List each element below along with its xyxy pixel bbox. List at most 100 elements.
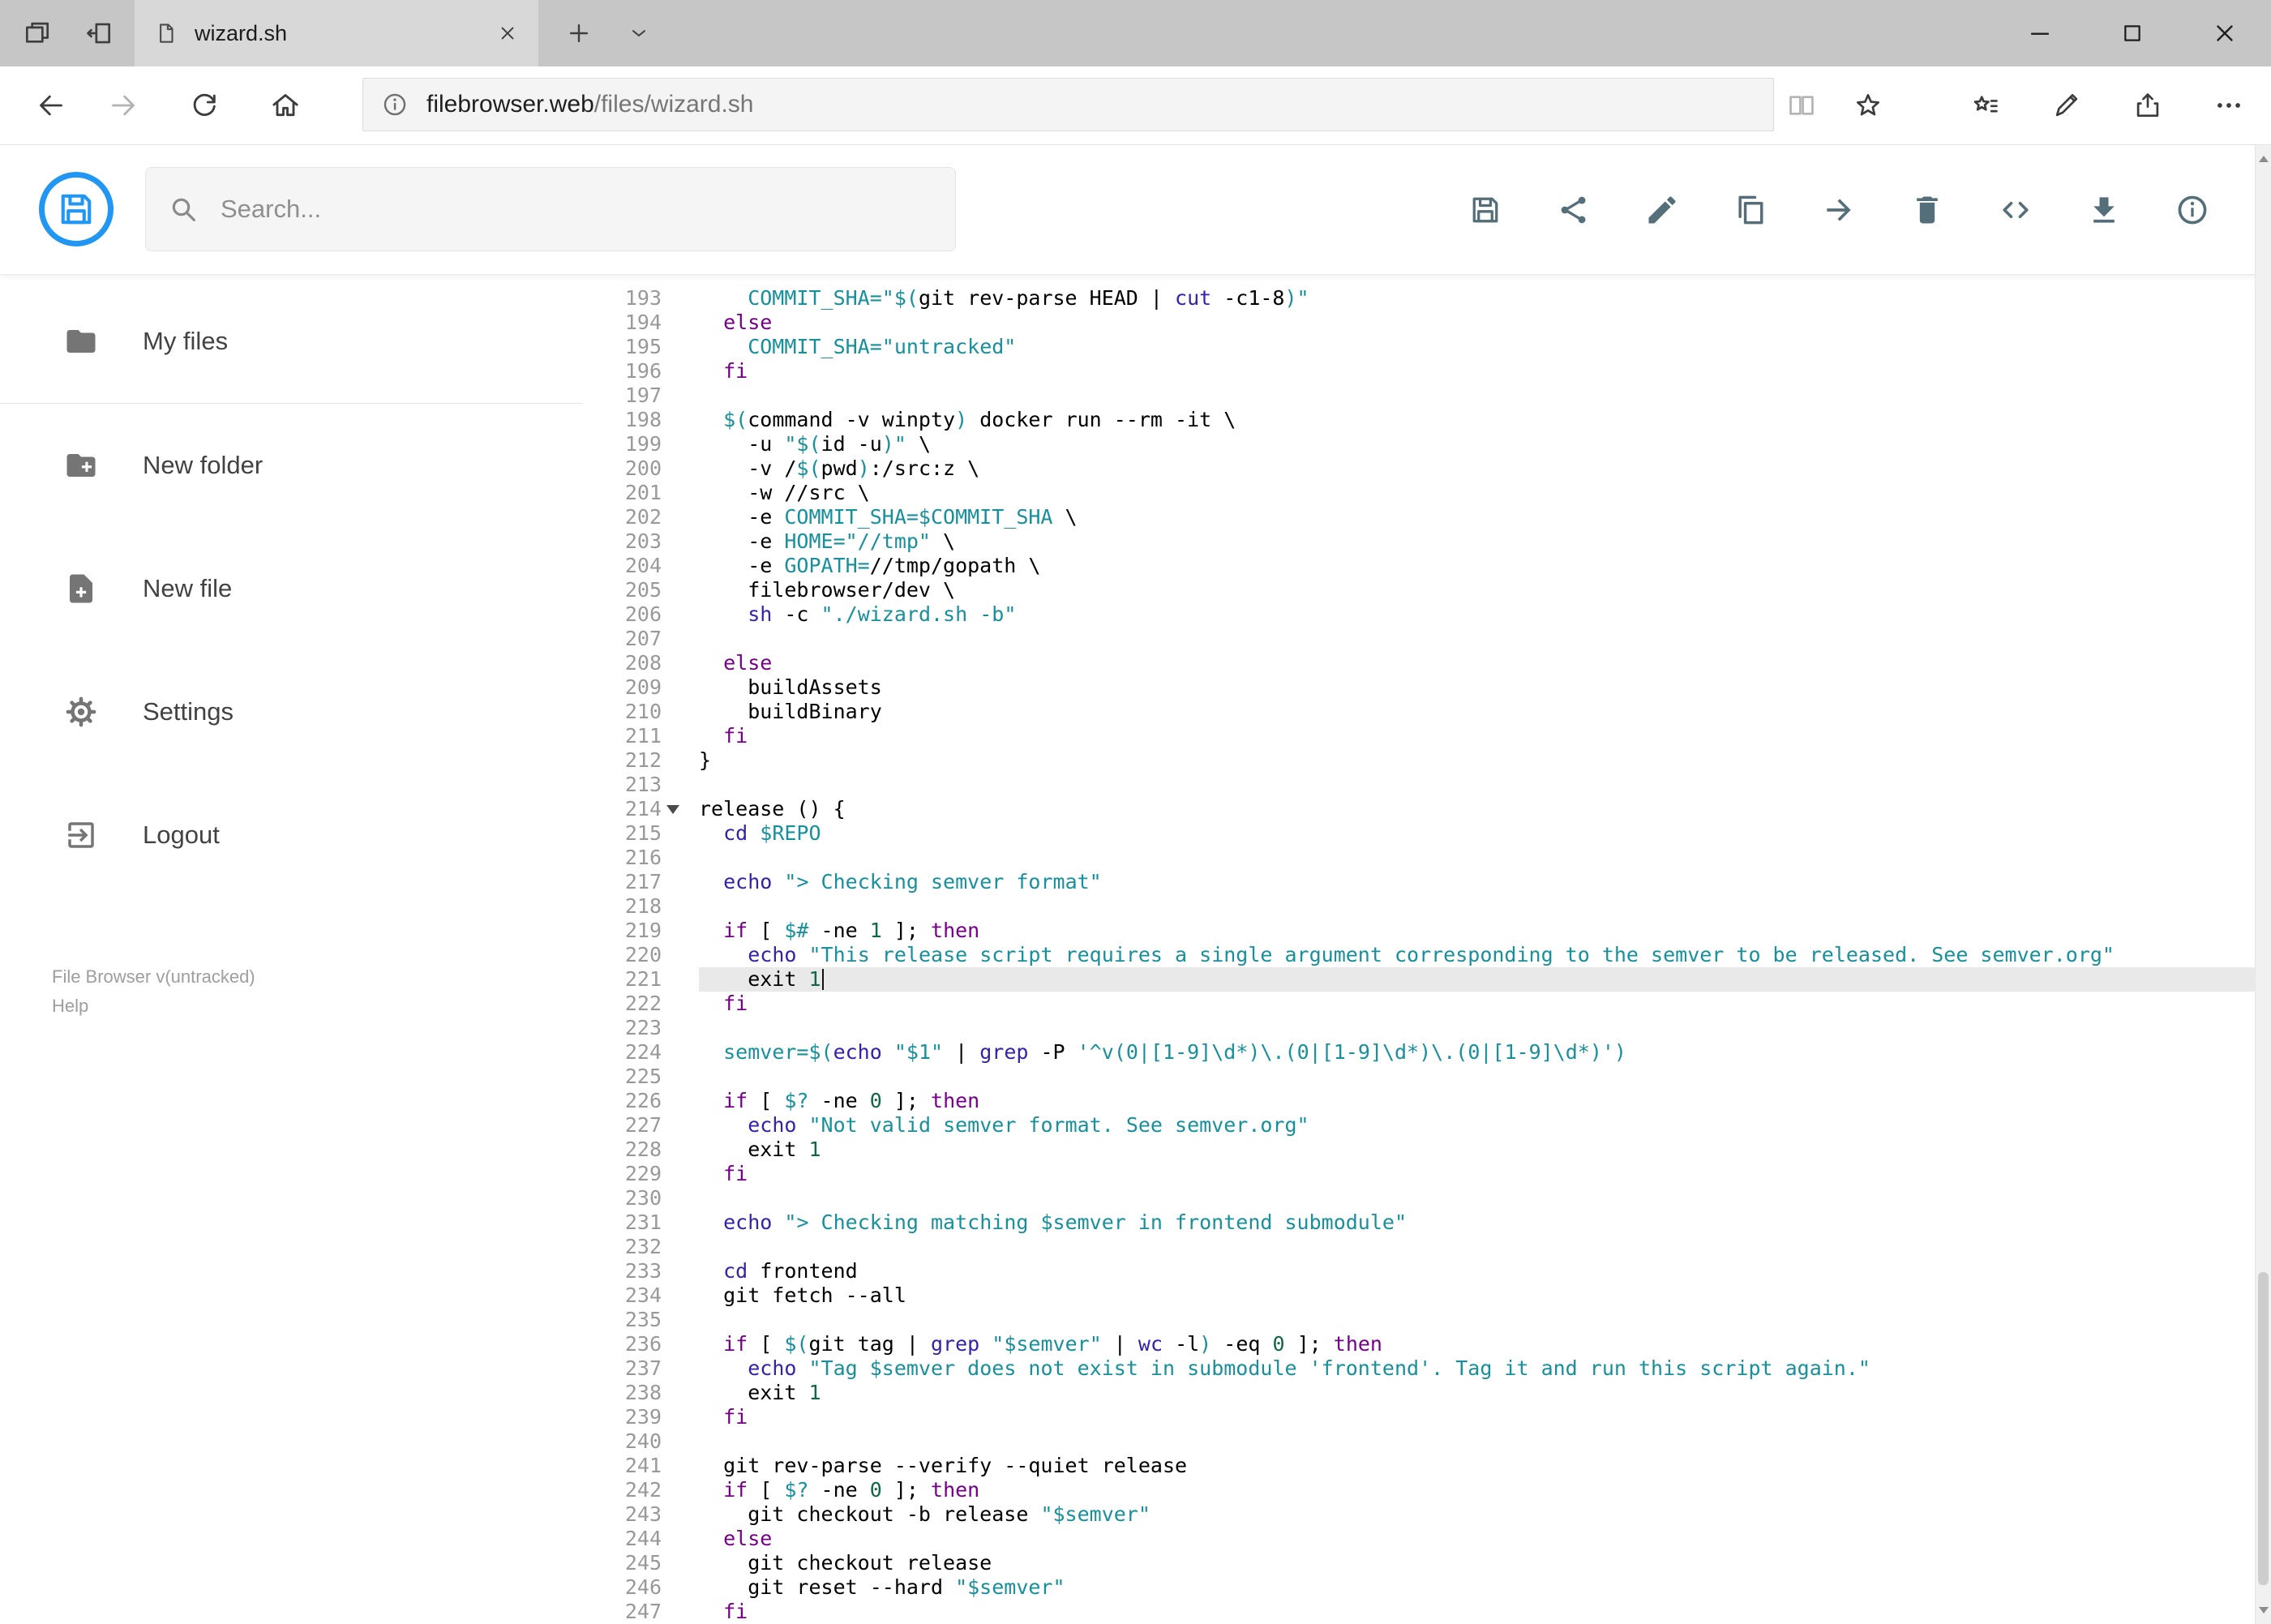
minimize-button[interactable] — [1994, 0, 2086, 66]
code-line[interactable]: 217 echo "> Checking semver format" — [582, 870, 2271, 894]
code-line[interactable]: 227 echo "Not valid semver format. See s… — [582, 1113, 2271, 1138]
reading-view-button[interactable] — [1776, 77, 1828, 134]
help-link[interactable]: Help — [52, 992, 255, 1021]
code-line[interactable]: 244 else — [582, 1527, 2271, 1551]
code-line[interactable]: 221 exit 1 — [582, 967, 2271, 992]
code-line[interactable]: 209 buildAssets — [582, 675, 2271, 700]
toggle-editor-button[interactable] — [1997, 191, 2034, 229]
sidebar-item-new-folder[interactable]: New folder — [0, 404, 582, 527]
code-line[interactable]: 207 — [582, 627, 2271, 651]
sidebar-item-my-files[interactable]: My files — [0, 280, 582, 403]
code-line[interactable]: 211 fi — [582, 724, 2271, 748]
code-line[interactable]: 213 — [582, 773, 2271, 797]
code-line[interactable]: 228 exit 1 — [582, 1138, 2271, 1162]
code-line[interactable]: 246 git reset --hard "$semver" — [582, 1575, 2271, 1600]
code-line[interactable]: 237 echo "Tag $semver does not exist in … — [582, 1356, 2271, 1381]
code-line[interactable]: 222 fi — [582, 992, 2271, 1016]
save-button[interactable] — [1467, 191, 1504, 229]
sidebar-item-settings[interactable]: Settings — [0, 650, 582, 773]
site-info-icon[interactable] — [381, 91, 409, 118]
close-button[interactable] — [2179, 0, 2271, 66]
set-tabs-aside-button[interactable] — [74, 0, 124, 66]
rename-button[interactable] — [1643, 191, 1681, 229]
refresh-button[interactable] — [176, 77, 233, 134]
code-line[interactable]: 224 semver=$(echo "$1" | grep -P '^v(0|[… — [582, 1040, 2271, 1065]
code-line[interactable]: 223 — [582, 1016, 2271, 1040]
code-line[interactable]: 196 fi — [582, 359, 2271, 384]
code-line[interactable]: 238 exit 1 — [582, 1381, 2271, 1405]
code-line[interactable]: 200 -v /$(pwd):/src:z \ — [582, 456, 2271, 481]
scrollbar-thumb[interactable] — [2258, 1272, 2269, 1585]
page-scrollbar[interactable] — [2255, 145, 2271, 1624]
code-line[interactable]: 214 release () { — [582, 797, 2271, 821]
app-logo[interactable] — [39, 172, 114, 246]
code-line[interactable]: 206 sh -c "./wizard.sh -b" — [582, 602, 2271, 627]
code-line[interactable]: 240 — [582, 1429, 2271, 1454]
code-line[interactable]: 204 -e GOPATH=//tmp/gopath \ — [582, 554, 2271, 578]
scroll-down-arrow[interactable] — [2256, 1596, 2271, 1624]
code-line[interactable]: 232 — [582, 1235, 2271, 1259]
code-line[interactable]: 243 git checkout -b release "$semver" — [582, 1502, 2271, 1527]
search-bar[interactable] — [145, 167, 956, 251]
code-line[interactable]: 245 git checkout release — [582, 1551, 2271, 1575]
code-line[interactable]: 216 — [582, 846, 2271, 870]
code-line[interactable]: 193 COMMIT_SHA="$(git rev-parse HEAD | c… — [582, 286, 2271, 311]
add-favorite-button[interactable] — [1842, 77, 1894, 134]
close-tab-icon[interactable] — [496, 22, 519, 45]
code-line[interactable]: 215 cd $REPO — [582, 821, 2271, 846]
code-line[interactable]: 194 else — [582, 311, 2271, 335]
download-button[interactable] — [2085, 191, 2123, 229]
move-button[interactable] — [1820, 191, 1858, 229]
back-button[interactable] — [23, 77, 79, 134]
code-line[interactable]: 225 — [582, 1065, 2271, 1089]
code-line[interactable]: 197 — [582, 384, 2271, 408]
forward-button[interactable] — [95, 77, 152, 134]
browser-tab[interactable]: wizard.sh — [135, 0, 538, 66]
address-bar[interactable]: filebrowser.web/files/wizard.sh — [362, 78, 1774, 131]
web-note-button[interactable] — [2041, 77, 2093, 134]
code-line[interactable]: 247 fi — [582, 1600, 2271, 1624]
code-line[interactable]: 233 cd frontend — [582, 1259, 2271, 1283]
more-button[interactable] — [2203, 77, 2255, 134]
code-line[interactable]: 201 -w //src \ — [582, 481, 2271, 505]
sidebar-item-new-file[interactable]: New file — [0, 527, 582, 650]
code-line[interactable]: 218 — [582, 894, 2271, 919]
code-line[interactable]: 229 fi — [582, 1162, 2271, 1186]
code-line[interactable]: 220 echo "This release script requires a… — [582, 943, 2271, 967]
share-button[interactable] — [2122, 77, 2174, 134]
copy-button[interactable] — [1732, 191, 1769, 229]
sidebar-item-logout[interactable]: Logout — [0, 773, 582, 897]
code-line[interactable]: 210 buildBinary — [582, 700, 2271, 724]
maximize-button[interactable] — [2086, 0, 2179, 66]
code-line[interactable]: 203 -e HOME="//tmp" \ — [582, 529, 2271, 554]
code-line[interactable]: 231 echo "> Checking matching $semver in… — [582, 1211, 2271, 1235]
code-line[interactable]: 242 if [ $? -ne 0 ]; then — [582, 1478, 2271, 1502]
new-tab-button[interactable] — [556, 0, 602, 66]
code-line[interactable]: 205 filebrowser/dev \ — [582, 578, 2271, 602]
delete-button[interactable] — [1909, 191, 1946, 229]
code-line[interactable]: 239 fi — [582, 1405, 2271, 1429]
scroll-up-arrow[interactable] — [2256, 145, 2271, 173]
hub-button[interactable] — [1960, 77, 2012, 134]
code-line[interactable]: 212} — [582, 748, 2271, 773]
code-line[interactable]: 202 -e COMMIT_SHA=$COMMIT_SHA \ — [582, 505, 2271, 529]
code-line[interactable]: 235 — [582, 1308, 2271, 1332]
show-tab-previews-button[interactable] — [618, 0, 660, 66]
tabs-set-aside-button[interactable] — [12, 0, 62, 66]
code-line[interactable]: 236 if [ $(git tag | grep "$semver" | wc… — [582, 1332, 2271, 1356]
fold-arrow-icon[interactable] — [666, 805, 679, 814]
code-line[interactable]: 198 $(command -v winpty) docker run --rm… — [582, 408, 2271, 432]
code-line[interactable]: 241 git rev-parse --verify --quiet relea… — [582, 1454, 2271, 1478]
search-input[interactable] — [219, 194, 934, 225]
code-line[interactable]: 226 if [ $? -ne 0 ]; then — [582, 1089, 2271, 1113]
code-line[interactable]: 230 — [582, 1186, 2271, 1211]
code-line[interactable]: 195 COMMIT_SHA="untracked" — [582, 335, 2271, 359]
share-file-button[interactable] — [1555, 191, 1592, 229]
code-line[interactable]: 234 git fetch --all — [582, 1283, 2271, 1308]
code-line[interactable]: 208 else — [582, 651, 2271, 675]
home-button[interactable] — [257, 77, 314, 134]
code-line[interactable]: 219 if [ $# -ne 1 ]; then — [582, 919, 2271, 943]
info-button[interactable] — [2174, 191, 2211, 229]
code-line[interactable]: 199 -u "$(id -u)" \ — [582, 432, 2271, 456]
code-editor[interactable]: 193 COMMIT_SHA="$(git rev-parse HEAD | c… — [582, 275, 2271, 1624]
